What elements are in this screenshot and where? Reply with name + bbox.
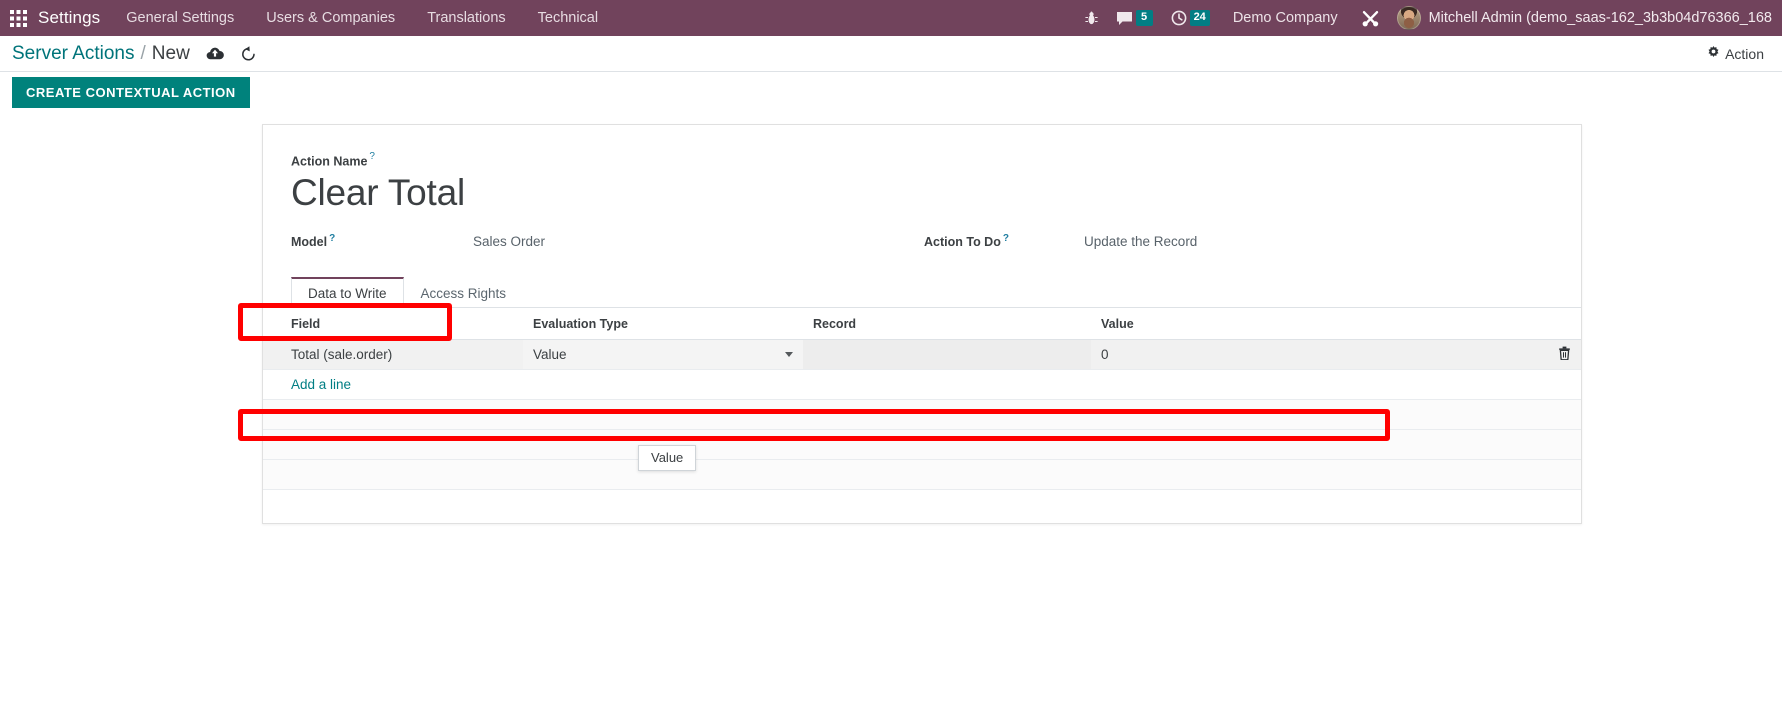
add-line-cell[interactable]: Add a line xyxy=(263,369,1581,400)
model-label: Model xyxy=(291,235,328,250)
activities-menu-button[interactable]: 24 xyxy=(1162,0,1219,36)
nav-item-technical[interactable]: Technical xyxy=(522,0,614,36)
messages-menu-button[interactable]: 5 xyxy=(1107,0,1162,36)
messages-counter-badge: 5 xyxy=(1135,10,1153,26)
cell-delete[interactable] xyxy=(1547,339,1581,370)
tab-data-to-write[interactable]: Data to Write xyxy=(291,276,404,308)
company-switcher[interactable]: Demo Company xyxy=(1219,10,1352,26)
control-panel-right: Action xyxy=(1703,43,1768,65)
model-help-icon[interactable]: ? xyxy=(329,233,335,244)
navbar-right-section: 5 24 Demo Company Mitchell Admin (demo_s… xyxy=(1076,0,1772,36)
breadcrumb-current-new: New xyxy=(151,42,190,64)
table-header: Field Evaluation Type Record Value xyxy=(263,307,1581,340)
action-name-label: Action Name xyxy=(291,154,368,169)
statusbar-buttons: CREATE CONTEXTUAL ACTION xyxy=(0,72,1782,112)
nav-menu: General Settings Users & Companies Trans… xyxy=(110,0,614,36)
action-to-do-value[interactable]: Update the Record xyxy=(1084,231,1197,249)
table-header-row: Field Evaluation Type Record Value xyxy=(263,307,1581,340)
notebook-tabs: Data to Write Access Rights xyxy=(263,276,1581,308)
table-body: Total (sale.order) Value 0 Add a line xyxy=(263,339,1581,490)
action-to-do-help-icon[interactable]: ? xyxy=(1003,233,1009,244)
action-name-label-wrap: Action Name? xyxy=(291,151,1557,170)
cell-value[interactable]: 0 xyxy=(1091,339,1547,370)
column-header-value: Value xyxy=(1091,307,1547,340)
tab-access-rights[interactable]: Access Rights xyxy=(404,277,524,308)
empty-cell xyxy=(263,429,1581,460)
bug-icon[interactable] xyxy=(1076,0,1107,36)
breadcrumb-separator: / xyxy=(140,42,146,64)
user-menu-label: Mitchell Admin (demo_saas-162_3b3b04d763… xyxy=(1428,10,1772,26)
form-column-right: Action To Do? Update the Record xyxy=(924,229,1557,261)
record-title-block: Action Name? Clear Total xyxy=(291,151,1557,215)
tools-icon[interactable] xyxy=(1352,0,1389,36)
trash-icon[interactable] xyxy=(1558,346,1571,360)
action-to-do-label: Action To Do xyxy=(924,235,1001,250)
action-to-do-field-group: Action To Do? Update the Record xyxy=(924,229,1557,255)
user-menu[interactable]: Mitchell Admin (demo_saas-162_3b3b04d763… xyxy=(1389,6,1772,30)
action-name-value[interactable]: Clear Total xyxy=(291,172,1557,215)
gear-icon xyxy=(1707,45,1720,62)
empty-filler-row xyxy=(263,429,1581,460)
form-column-left: Model? Sales Order xyxy=(291,229,924,261)
breadcrumb: Server Actions / New xyxy=(12,43,190,65)
add-line-row[interactable]: Add a line xyxy=(263,369,1581,400)
action-menu-button[interactable]: Action xyxy=(1703,43,1768,65)
undo-icon[interactable] xyxy=(240,46,257,61)
activities-counter-badge: 24 xyxy=(1189,10,1210,26)
avatar xyxy=(1396,6,1421,30)
notebook: Data to Write Access Rights Field Evalua… xyxy=(263,276,1581,490)
data-to-write-list: Field Evaluation Type Record Value Total… xyxy=(263,307,1581,490)
top-navbar: Settings General Settings Users & Compan… xyxy=(0,0,1782,36)
form-fields-columns: Model? Sales Order Action To Do? Update … xyxy=(291,229,1557,261)
breadcrumb-parent-server-actions[interactable]: Server Actions xyxy=(12,43,135,65)
cloud-upload-icon[interactable] xyxy=(206,46,224,61)
column-header-delete xyxy=(1547,307,1581,340)
action-name-help-icon[interactable]: ? xyxy=(369,151,375,162)
empty-filler-row xyxy=(263,399,1581,430)
model-label-wrap: Model? xyxy=(291,229,473,249)
fields-lines-table: Field Evaluation Type Record Value Total… xyxy=(263,307,1581,490)
tail-filler-row xyxy=(263,459,1581,490)
evaluation-type-value: Value xyxy=(533,346,567,362)
model-field-group: Model? Sales Order xyxy=(291,229,924,255)
control-panel: Server Actions / New Action xyxy=(0,36,1782,72)
evaluation-type-dropdown-option-value[interactable]: Value xyxy=(638,445,697,471)
cell-field[interactable]: Total (sale.order) xyxy=(263,339,523,370)
table-row[interactable]: Total (sale.order) Value 0 xyxy=(263,339,1581,370)
nav-item-users-companies[interactable]: Users & Companies xyxy=(250,0,411,36)
nav-item-translations[interactable]: Translations xyxy=(411,0,521,36)
chevron-down-icon xyxy=(785,351,793,357)
app-brand-name[interactable]: Settings xyxy=(36,8,110,28)
empty-cell xyxy=(263,399,1581,430)
form-sheet: Action Name? Clear Total Model? Sales Or… xyxy=(262,124,1582,524)
column-header-record: Record xyxy=(803,307,1091,340)
apps-grid-icon[interactable] xyxy=(0,0,36,36)
add-a-line-link[interactable]: Add a line xyxy=(263,377,351,392)
create-contextual-action-button[interactable]: CREATE CONTEXTUAL ACTION xyxy=(12,76,250,108)
model-value[interactable]: Sales Order xyxy=(473,231,545,249)
column-header-field: Field xyxy=(263,307,523,340)
evaluation-type-select[interactable]: Value xyxy=(533,340,803,368)
action-menu-label: Action xyxy=(1725,45,1764,62)
cell-record[interactable] xyxy=(803,339,1091,370)
form-view-background: Action Name? Clear Total Model? Sales Or… xyxy=(0,112,1782,719)
action-to-do-label-wrap: Action To Do? xyxy=(924,229,1084,249)
cell-evaluation-type[interactable]: Value xyxy=(523,339,803,370)
nav-item-general-settings[interactable]: General Settings xyxy=(110,0,250,36)
column-header-evaluation-type: Evaluation Type xyxy=(523,307,803,340)
tail-cell xyxy=(263,459,1581,490)
